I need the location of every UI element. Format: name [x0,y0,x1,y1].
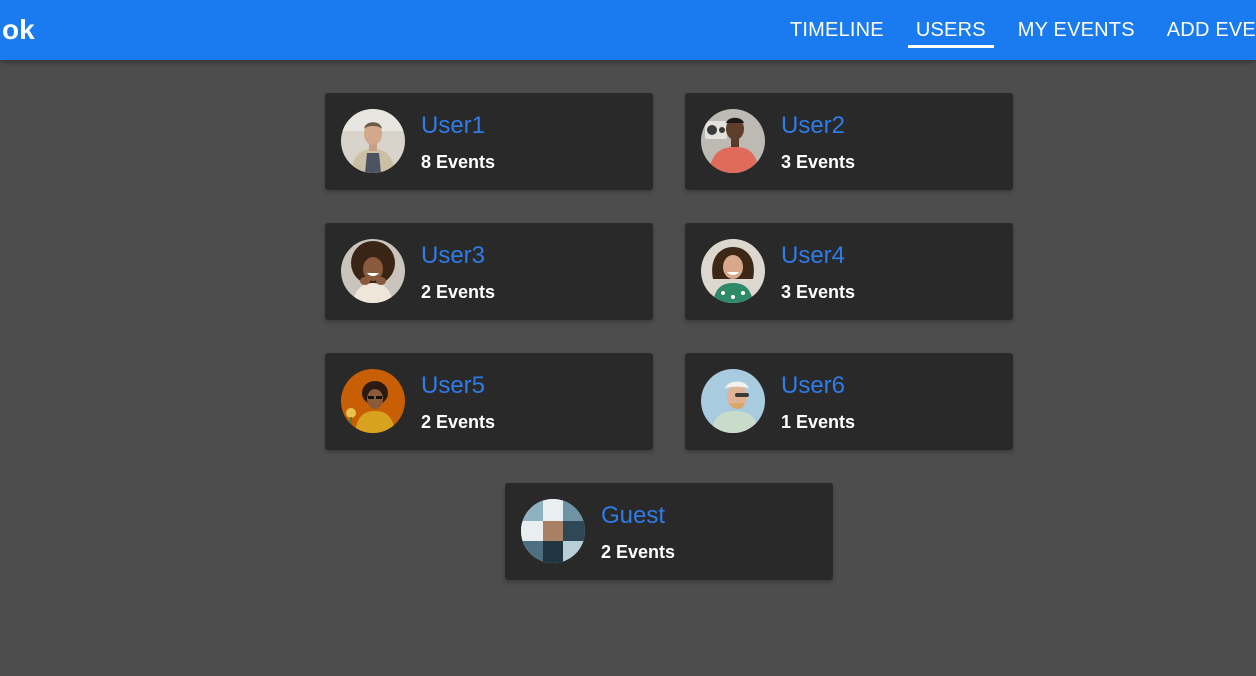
app-brand[interactable]: ok [2,13,35,47]
user-event-count: 2 Events [421,412,496,432]
user-photo [341,369,405,433]
avatar [341,369,405,433]
user-card-user3[interactable]: User3 2 Events [325,223,653,320]
nav-users[interactable]: USERS [900,0,1002,60]
avatar [341,239,405,303]
avatar [521,499,585,563]
main-nav: TIMELINE USERS MY EVENTS ADD EVENT [774,0,1256,60]
avatar [701,369,765,433]
user-event-count: 3 Events [781,152,856,172]
user-event-count: 3 Events [781,282,856,302]
avatar [701,239,765,303]
user-photo [341,239,405,303]
user-photo [341,109,405,173]
user-event-count: 8 Events [421,152,496,172]
user-photo [701,109,765,173]
user-card-user1[interactable]: User1 8 Events [325,93,653,190]
user-card-user2[interactable]: User2 3 Events [685,93,1013,190]
user-name[interactable]: User5 [421,372,485,400]
user-card-guest[interactable]: Guest 2 Events [505,483,833,580]
nav-add-event[interactable]: ADD EVENT [1151,0,1256,60]
user-event-count: 1 Events [781,412,856,432]
user-name[interactable]: User2 [781,112,845,140]
user-name[interactable]: User6 [781,372,845,400]
nav-timeline[interactable]: TIMELINE [774,0,900,60]
user-event-count: 2 Events [421,282,496,302]
user-name[interactable]: User3 [421,242,485,270]
user-photo [521,499,585,563]
user-card-user4[interactable]: User4 3 Events [685,223,1013,320]
user-name[interactable]: User4 [781,242,845,270]
top-app-bar: ok TIMELINE USERS MY EVENTS ADD EVENT [0,0,1256,60]
avatar [701,109,765,173]
nav-my-events[interactable]: MY EVENTS [1002,0,1151,60]
user-photo [701,239,765,303]
user-photo [701,369,765,433]
avatar [341,109,405,173]
user-card-user6[interactable]: User6 1 Events [685,353,1013,450]
user-card-user5[interactable]: User5 2 Events [325,353,653,450]
user-name[interactable]: Guest [601,502,665,530]
user-event-count: 2 Events [601,542,676,562]
user-name[interactable]: User1 [421,112,485,140]
